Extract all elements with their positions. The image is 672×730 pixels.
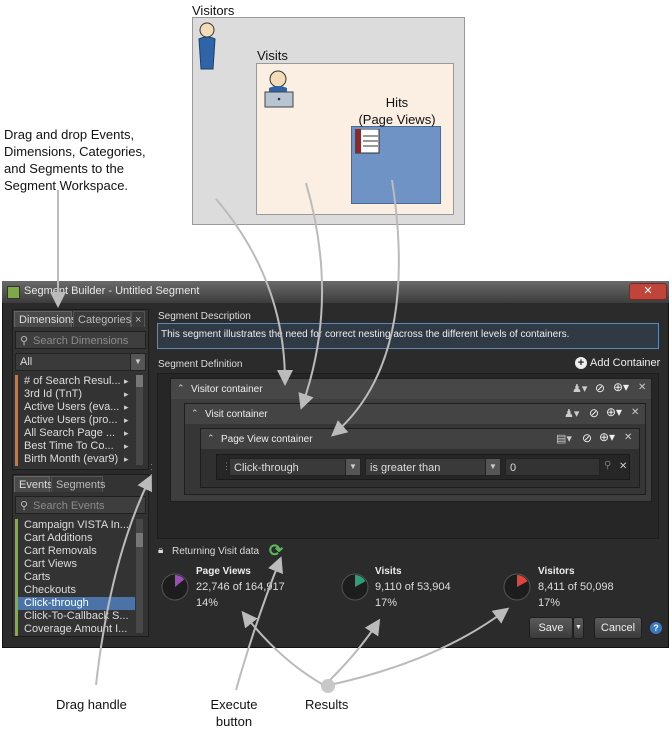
arrow-visits-to-container (298, 182, 323, 410)
execute-line2: button (215, 714, 253, 729)
arrow-visitors-to-container (215, 198, 293, 386)
arrow-results-visits (329, 618, 381, 681)
arrow-drag-handle (95, 474, 152, 686)
arrow-execute (235, 556, 283, 691)
drag-handle-annotation: Drag handle (56, 697, 127, 712)
execute-line1: Execute (210, 697, 258, 712)
execute-annotation: Execute button (202, 696, 266, 730)
arrow-hits-to-container (330, 179, 400, 437)
results-annotation: Results (305, 697, 349, 712)
results-dot (321, 679, 335, 693)
callout-arrows (50, 179, 510, 693)
